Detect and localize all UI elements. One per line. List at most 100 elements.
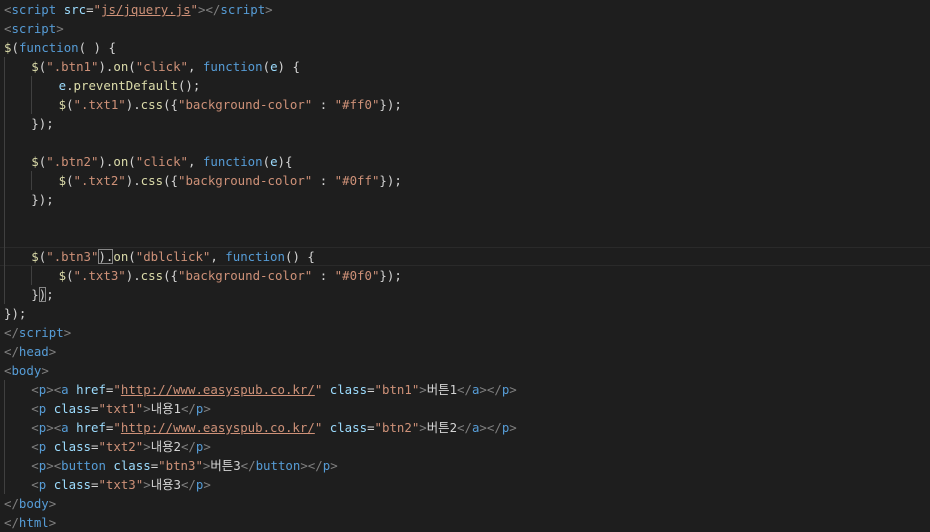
code-token: class — [53, 401, 91, 416]
code-line[interactable]: <p><a href="http://www.easyspub.co.kr/" … — [4, 418, 516, 437]
code-token: ( — [262, 59, 271, 74]
code-token: body — [11, 363, 42, 378]
code-token: ; — [46, 287, 54, 302]
code-token: a — [61, 420, 77, 435]
code-token: = — [367, 420, 375, 435]
code-token: , — [187, 59, 203, 74]
code-line[interactable]: </body> — [4, 494, 56, 513]
code-token: "#0ff" — [334, 173, 380, 188]
code-token: >< — [46, 382, 62, 397]
code-token: </ — [180, 477, 196, 492]
code-token: > — [48, 515, 57, 530]
code-token: "txt2" — [98, 439, 144, 454]
code-token: < — [31, 382, 39, 397]
indent-guide — [4, 57, 5, 304]
code-token: "#0f0" — [334, 268, 380, 283]
code-token: 버튼3 — [210, 458, 241, 473]
code-line[interactable]: }); — [4, 285, 54, 304]
code-line[interactable]: $(".txt2").css({"background-color" : "#0… — [4, 171, 402, 190]
indent-guide — [31, 76, 33, 114]
code-token: > — [419, 420, 427, 435]
code-token: $ — [58, 97, 67, 112]
code-line[interactable]: <body> — [4, 361, 49, 380]
code-line[interactable]: $(function( ) { — [4, 38, 116, 57]
code-token: "background-color" — [177, 173, 313, 188]
code-token: head — [18, 344, 49, 359]
code-line[interactable]: </script> — [4, 323, 71, 342]
code-token: " — [93, 2, 102, 17]
indent-guide — [31, 266, 33, 285]
code-token: ) { — [277, 59, 300, 74]
code-token: </ — [457, 382, 472, 397]
code-token: > — [203, 477, 211, 492]
code-token: "btn3" — [158, 458, 203, 473]
code-line[interactable]: <p class="txt1">내용1</p> — [4, 399, 211, 418]
code-token: css — [140, 173, 164, 188]
code-line[interactable]: <p class="txt3">내용3</p> — [4, 475, 211, 494]
code-token: ({ — [163, 173, 178, 188]
code-token: 버튼1 — [426, 382, 458, 397]
code-token: ( — [128, 154, 136, 169]
code-line[interactable]: <p class="txt2">내용2</p> — [4, 437, 211, 456]
code-token: ></ — [198, 2, 221, 17]
code-token: js/jquery.js — [101, 2, 191, 17]
code-token: body — [18, 496, 49, 511]
code-token: " — [190, 2, 199, 17]
code-token: class — [113, 458, 151, 473]
code-token: </ — [180, 439, 196, 454]
code-token: 내용2 — [150, 439, 181, 454]
code-token: class — [322, 420, 368, 435]
code-token: > — [56, 21, 64, 36]
code-token: > — [41, 363, 49, 378]
code-token: "btn2" — [374, 420, 420, 435]
code-token: "btn1" — [374, 382, 420, 397]
code-token: : — [312, 97, 335, 112]
code-token: > — [330, 458, 338, 473]
code-token: " — [113, 382, 121, 397]
code-token: function — [225, 249, 285, 264]
code-token: "background-color" — [177, 97, 313, 112]
code-token: }); — [31, 116, 54, 131]
code-line[interactable]: <script src="js/jquery.js"></script> — [4, 0, 273, 19]
code-token: > — [203, 401, 211, 416]
code-line[interactable]: $(".txt3").css({"background-color" : "#0… — [4, 266, 402, 285]
code-token: ({ — [163, 97, 178, 112]
code-line[interactable]: }); — [4, 114, 54, 133]
code-token: class — [322, 382, 368, 397]
code-token: p — [38, 401, 54, 416]
code-token: a — [61, 382, 77, 397]
code-line[interactable]: </html> — [4, 513, 56, 532]
code-token: </ — [180, 401, 196, 416]
code-line[interactable]: e.preventDefault(); — [4, 76, 201, 95]
code-token: class — [53, 477, 91, 492]
code-line[interactable]: $(".btn2").on("click", function(e){ — [4, 152, 292, 171]
code-token: , — [210, 249, 226, 264]
code-line[interactable]: <script> — [4, 19, 64, 38]
code-line[interactable]: <p><a href="http://www.easyspub.co.kr/" … — [4, 380, 516, 399]
code-token: < — [31, 458, 39, 473]
code-token: on — [113, 59, 129, 74]
code-token: 내용3 — [150, 477, 181, 492]
code-token: < — [31, 401, 39, 416]
code-token: (); — [177, 78, 201, 93]
code-token: ".btn1" — [46, 59, 99, 74]
code-token: </ — [4, 515, 19, 530]
code-token: ). — [125, 97, 141, 112]
code-token: ( ) { — [78, 40, 116, 55]
code-token: ). — [98, 154, 114, 169]
code-line[interactable]: $(".btn3").on("dblclick", function() { — [0, 247, 930, 266]
code-token: src — [63, 2, 87, 17]
code-line[interactable]: </head> — [4, 342, 56, 361]
code-token: " — [113, 420, 121, 435]
code-editor[interactable]: <script src="js/jquery.js"></script> <scr… — [0, 0, 930, 530]
code-line[interactable]: $(".txt1").css({"background-color" : "#f… — [4, 95, 402, 114]
code-line[interactable]: }); — [4, 190, 53, 209]
code-line[interactable]: $(".btn1").on("click", function(e) { — [4, 57, 300, 76]
code-token: ".btn2" — [46, 154, 99, 169]
code-line[interactable]: <p><button class="btn3">버튼3</button></p> — [4, 456, 338, 475]
code-token: ). — [125, 173, 141, 188]
code-token: "#ff0" — [334, 97, 380, 112]
code-token: () { — [284, 249, 315, 264]
code-line[interactable]: }); — [4, 304, 26, 323]
code-token: $ — [58, 173, 67, 188]
